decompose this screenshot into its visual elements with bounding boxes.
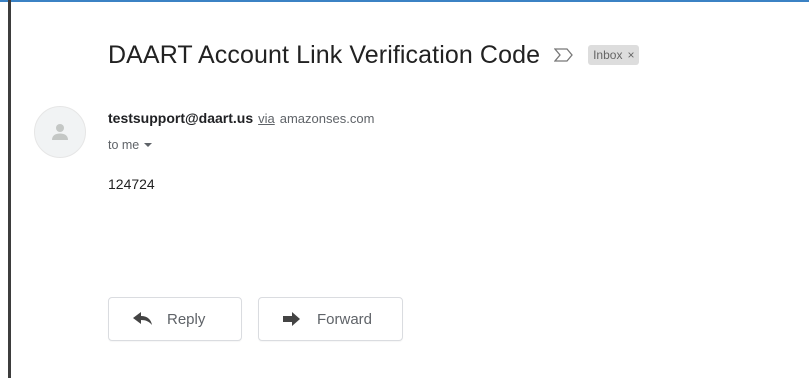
label-chip-inbox: Inbox × [588, 45, 640, 65]
reply-arrow-icon [133, 311, 155, 327]
forward-label: Forward [317, 310, 373, 328]
window-left-border [8, 0, 11, 378]
via-domain: amazonses.com [279, 111, 375, 126]
forward-button[interactable]: Forward [258, 297, 403, 341]
importance-marker-icon[interactable] [554, 47, 576, 63]
sender-row: testsupport@daart.us via amazonses.com [108, 110, 374, 126]
reply-button[interactable]: Reply [108, 297, 242, 341]
email-body: 124724 [108, 176, 155, 192]
remove-label-icon[interactable]: × [627, 48, 634, 62]
reply-label: Reply [167, 310, 206, 328]
window-top-border [0, 0, 809, 2]
sender-email: testsupport@daart.us [108, 110, 254, 126]
subject-row: DAART Account Link Verification Code Inb… [108, 38, 640, 72]
sender-avatar [34, 106, 86, 158]
label-chip-text: Inbox [593, 48, 623, 62]
recipient-row[interactable]: to me [108, 138, 153, 152]
forward-arrow-icon [283, 311, 305, 327]
recipient-text: to me [108, 138, 140, 152]
caret-down-icon[interactable] [144, 143, 153, 147]
via-link[interactable]: via [258, 111, 275, 126]
person-avatar-icon [52, 124, 68, 140]
email-subject: DAART Account Link Verification Code [108, 40, 541, 69]
